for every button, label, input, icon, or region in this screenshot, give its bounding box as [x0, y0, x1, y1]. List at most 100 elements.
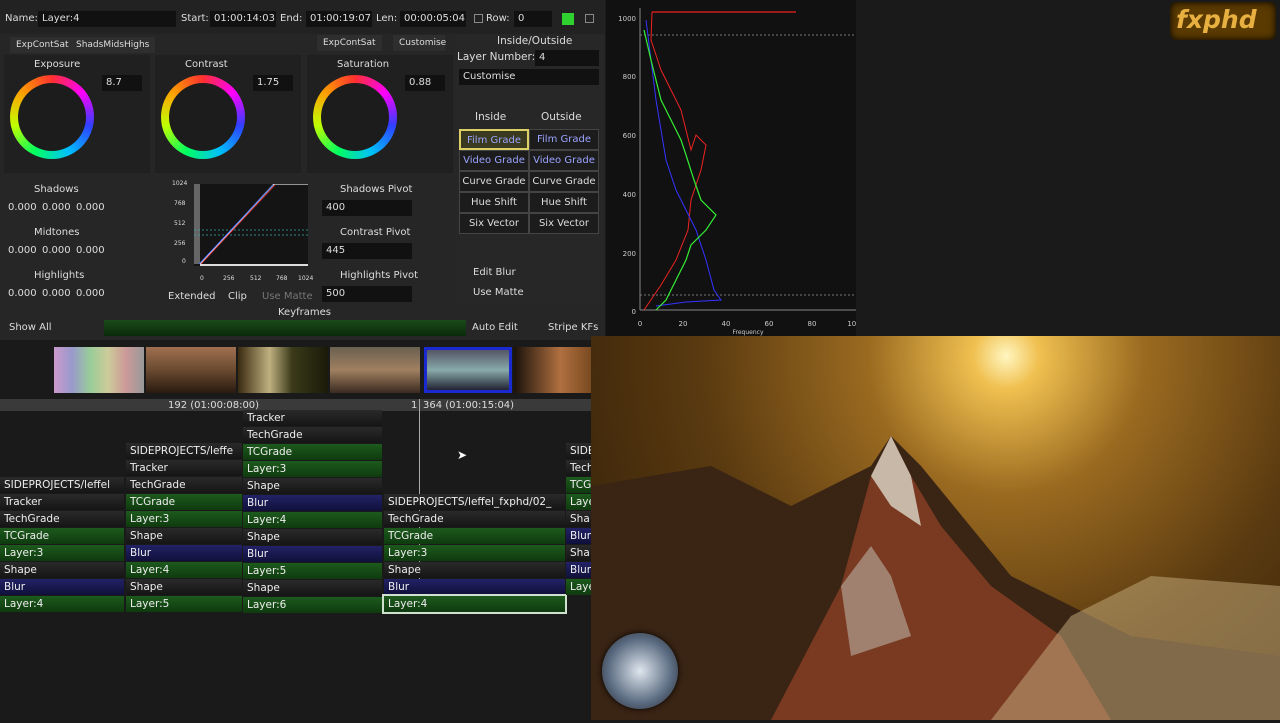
thumbnail-shot[interactable]: [146, 347, 236, 393]
shadows-g[interactable]: 0.000: [42, 202, 71, 213]
shadows-pivot-value[interactable]: 400: [322, 200, 412, 216]
midtones-b[interactable]: 0.000: [76, 245, 105, 256]
contrast-wheel[interactable]: [161, 75, 245, 159]
node-item[interactable]: Layer:5: [126, 596, 242, 612]
inside-video-grade[interactable]: Video Grade: [459, 150, 529, 171]
row-lock-icon[interactable]: [474, 14, 483, 23]
node-item[interactable]: Shape: [384, 562, 565, 578]
contrast-pivot-value[interactable]: 445: [322, 243, 412, 259]
node-item[interactable]: TCGrade: [0, 528, 124, 544]
node-item[interactable]: Shape: [243, 580, 382, 596]
node-item[interactable]: TechGrade: [243, 427, 382, 443]
node-item[interactable]: SIDEPROJECTS/leffel_fxphd/02_: [384, 494, 565, 510]
start-field[interactable]: 01:00:14:03: [210, 11, 276, 27]
node-item[interactable]: Layer:3: [243, 461, 382, 477]
node-item[interactable]: Layer:4: [0, 596, 124, 612]
thumbnail-shot[interactable]: [238, 347, 328, 393]
node-item[interactable]: Blur: [243, 495, 382, 511]
node-item[interactable]: SIDEPROJECTS/leffe: [126, 443, 242, 459]
node-item[interactable]: Shape: [243, 478, 382, 494]
node-item[interactable]: Sha: [566, 511, 591, 527]
len-field[interactable]: 00:00:05:04: [400, 11, 466, 27]
highlights-b[interactable]: 0.000: [76, 288, 105, 299]
node-item[interactable]: Shape: [126, 528, 242, 544]
video-viewer[interactable]: [591, 336, 1280, 720]
node-item[interactable]: TCGrade: [126, 494, 242, 510]
tab-shadsmidshighs[interactable]: ShadsMidsHighs: [70, 37, 156, 53]
layer-number-field[interactable]: 4: [535, 50, 599, 66]
outside-hue-shift[interactable]: Hue Shift: [529, 192, 599, 213]
node-item[interactable]: Blur: [566, 528, 591, 544]
exposure-value[interactable]: 8.7: [102, 75, 142, 91]
midtones-r[interactable]: 0.000: [8, 245, 37, 256]
node-item[interactable]: Layer:5: [243, 563, 382, 579]
node-item[interactable]: Blur: [566, 562, 591, 578]
node-item[interactable]: TCGrade: [384, 528, 565, 544]
node-item[interactable]: TechGrade: [384, 511, 565, 527]
thumbnail-colorbars[interactable]: [54, 347, 144, 393]
highlights-g[interactable]: 0.000: [42, 288, 71, 299]
inside-six-vector[interactable]: Six Vector: [459, 213, 529, 234]
shadows-r[interactable]: 0.000: [8, 202, 37, 213]
node-item[interactable]: Shape: [126, 579, 242, 595]
node-item[interactable]: SIDEPROJECTS/leffel: [0, 477, 124, 493]
outside-film-grade[interactable]: Film Grade: [529, 129, 599, 150]
midtones-g[interactable]: 0.000: [42, 245, 71, 256]
node-item[interactable]: TechGrade: [126, 477, 242, 493]
node-item[interactable]: Layer:6: [243, 597, 382, 613]
curve-plot[interactable]: [194, 184, 308, 266]
outside-video-grade[interactable]: Video Grade: [529, 150, 599, 171]
inside-film-grade[interactable]: Film Grade: [459, 129, 529, 150]
clip-checkbox[interactable]: Clip: [228, 291, 247, 302]
outside-six-vector[interactable]: Six Vector: [529, 213, 599, 234]
node-item[interactable]: Tracker: [126, 460, 242, 476]
inside-hue-shift[interactable]: Hue Shift: [459, 192, 529, 213]
exposure-wheel[interactable]: [10, 75, 94, 159]
contrast-value[interactable]: 1.75: [253, 75, 293, 91]
thumbnail-shot[interactable]: [514, 347, 591, 393]
node-item[interactable]: Layer:3: [384, 545, 565, 561]
stripe-kfs-toggle[interactable]: Stripe KFs: [548, 322, 598, 333]
node-item[interactable]: Layer:3: [126, 511, 242, 527]
use-matte-toggle[interactable]: Use Matte: [473, 287, 524, 298]
name-field[interactable]: Layer:4: [38, 11, 176, 27]
highlights-r[interactable]: 0.000: [8, 288, 37, 299]
node-item[interactable]: Tracker: [0, 494, 124, 510]
row-field[interactable]: 0: [514, 11, 552, 27]
saturation-value[interactable]: 0.88: [405, 75, 445, 91]
show-all-dropdown[interactable]: Show All: [9, 322, 52, 333]
node-item[interactable]: Layer:4: [243, 512, 382, 528]
use-matte-checkbox[interactable]: Use Matte: [262, 291, 313, 302]
node-item[interactable]: Shape: [243, 529, 382, 545]
node-item[interactable]: Blur: [126, 545, 242, 561]
node-item[interactable]: Layer:4: [126, 562, 242, 578]
thumbnail-selected[interactable]: [424, 347, 512, 393]
node-item[interactable]: TCGrade: [243, 444, 382, 460]
extended-checkbox[interactable]: Extended: [168, 291, 216, 302]
tab-expcontsat[interactable]: ExpContSat: [10, 37, 75, 53]
node-item[interactable]: TechGrade: [0, 511, 124, 527]
header-menu-icon[interactable]: [585, 14, 594, 23]
node-item[interactable]: Blur: [243, 546, 382, 562]
node-item[interactable]: Tracker: [243, 410, 382, 426]
tab-customise[interactable]: Customise: [393, 35, 446, 51]
preset-dropdown[interactable]: Customise: [459, 69, 599, 85]
inside-curve-grade[interactable]: Curve Grade: [459, 171, 529, 192]
node-item[interactable]: Sha: [566, 545, 591, 561]
auto-edit-button[interactable]: Auto Edit: [472, 322, 518, 333]
tab-expcontsat-right[interactable]: ExpContSat: [317, 35, 382, 51]
end-field[interactable]: 01:00:19:07: [306, 11, 372, 27]
keyframe-track[interactable]: [104, 320, 466, 336]
node-item[interactable]: Blur: [0, 579, 124, 595]
node-item[interactable]: SIDE: [566, 443, 591, 459]
thumbnail-shot[interactable]: [330, 347, 420, 393]
node-item[interactable]: Blur: [384, 579, 565, 595]
outside-curve-grade[interactable]: Curve Grade: [529, 171, 599, 192]
node-item[interactable]: Tech: [566, 460, 591, 476]
edit-blur-toggle[interactable]: Edit Blur: [473, 267, 516, 278]
node-item[interactable]: Layer:3: [0, 545, 124, 561]
curve-graph[interactable]: 1024 768 512 256 0 0 256 512 768 1024: [170, 180, 313, 284]
node-item[interactable]: Shape: [0, 562, 124, 578]
saturation-wheel[interactable]: [313, 75, 397, 159]
shadows-b[interactable]: 0.000: [76, 202, 105, 213]
